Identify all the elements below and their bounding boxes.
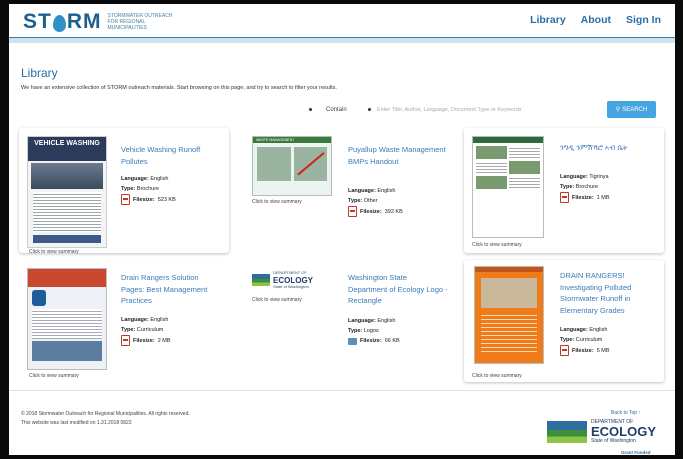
site-header: ST RM Stormwater Outreach for Regional M… <box>9 4 675 37</box>
resource-card: Click to view summary DRAIN RANGERS! Inv… <box>464 260 664 382</box>
pdf-icon[interactable] <box>348 206 357 217</box>
resource-meta: Language: English Type: Curriculum Files… <box>560 325 610 356</box>
language-value: English <box>377 188 396 194</box>
view-summary-link[interactable]: Click to view summary <box>472 373 522 379</box>
resource-meta: Language: English Type: Curriculum Files… <box>121 315 171 346</box>
resource-title[interactable]: Puyallup Waste Management BMPs Handout <box>348 144 448 167</box>
resource-thumbnail[interactable]: VEHICLE WASHING <box>27 136 107 248</box>
language-value: English <box>377 318 396 324</box>
type-value: Other <box>363 198 378 204</box>
resource-thumbnail[interactable] <box>474 266 544 364</box>
type-value: Brochure <box>575 184 599 190</box>
image-icon[interactable] <box>348 337 357 345</box>
thumbnail-text: VEHICLE WASHING <box>28 137 106 161</box>
pdf-icon[interactable] <box>121 335 130 346</box>
nav-about[interactable]: About <box>581 14 611 26</box>
logo-tagline: Stormwater Outreach for Regional Municip… <box>107 13 173 31</box>
filesize-value: 5 MB <box>596 347 610 354</box>
ecology-logo-icon <box>252 274 270 286</box>
search-input[interactable] <box>377 104 589 115</box>
filesize-value: 523 KB <box>157 196 176 203</box>
filesize-value: 2 MB <box>157 337 171 344</box>
bullet-icon <box>368 108 371 111</box>
type-value: Logos <box>363 328 379 334</box>
view-summary-link[interactable]: Click to view summary <box>29 373 79 379</box>
resource-title[interactable]: DRAIN RANGERS! Investigating Polluted St… <box>560 270 660 316</box>
resource-meta: Language: Tigrinya Type: Brochure Filesi… <box>560 172 610 203</box>
storm-logo[interactable]: ST RM Stormwater Outreach for Regional M… <box>23 10 178 34</box>
view-summary-link[interactable]: Click to view summary <box>472 242 522 248</box>
header-stripe <box>9 37 675 43</box>
match-select[interactable]: Contain <box>326 107 362 113</box>
grant-funded-label: Grant Funded <box>621 450 651 455</box>
logo-text-st: ST <box>23 10 52 33</box>
resource-title[interactable]: Drain Rangers Solution Pages: Best Manag… <box>121 272 221 307</box>
language-value: English <box>150 317 169 323</box>
main-nav: Library About Sign In <box>530 14 661 26</box>
view-summary-link[interactable]: Click to view summary <box>252 297 302 303</box>
resource-meta: Language: English Type: Logos Filesize: … <box>348 318 400 345</box>
last-modified: This website was last modified on 1.31.2… <box>21 420 132 426</box>
logo-text-rm: RM <box>66 10 102 33</box>
type-value: Curriculum <box>136 327 164 333</box>
page-title: Library <box>21 66 58 80</box>
type-value: Brochure <box>136 186 160 192</box>
intro-text: We have an extensive collection of STORM… <box>21 85 337 91</box>
nav-library[interactable]: Library <box>530 14 566 26</box>
type-value: Curriculum <box>575 337 603 343</box>
language-value: English <box>589 327 608 333</box>
resource-card: Click to view summary ንግዲ ንምሽኻሮ ኣብ ቤት La… <box>464 128 664 253</box>
back-to-top-link[interactable]: Back to Top ↑ <box>611 410 641 416</box>
bullet-icon <box>309 108 312 111</box>
search-filter-row: Contain <box>309 104 589 115</box>
resource-card: DEPARTMENT OF ECOLOGY State of Washingto… <box>242 260 452 385</box>
water-drop-icon <box>52 14 66 32</box>
resource-card: VEHICLE WASHING Vehicle Washing Runoff P… <box>19 128 229 255</box>
resource-title[interactable]: Washington State Department of Ecology L… <box>348 272 448 307</box>
language-value: English <box>150 176 169 182</box>
resource-thumbnail[interactable] <box>27 268 107 370</box>
filesize-value: 392 KB <box>384 208 403 215</box>
view-summary-link[interactable]: Click to view summary <box>252 199 302 205</box>
magnifier-icon: ⚲ <box>615 107 621 113</box>
nav-sign-in[interactable]: Sign In <box>626 14 661 26</box>
resource-card: Click to view summary Drain Rangers Solu… <box>19 260 229 385</box>
search-button-label: SEARCH <box>622 106 648 113</box>
footer-divider <box>9 390 675 391</box>
filesize-value: 1 MB <box>596 194 610 201</box>
resource-card: WASTE MANAGEMENT Click to view summary P… <box>242 128 452 253</box>
resource-title[interactable]: Vehicle Washing Runoff Pollutes <box>121 144 221 167</box>
view-summary-link[interactable]: Click to view summary <box>29 249 79 255</box>
ecology-footer-logo[interactable]: DEPARTMENT OF ECOLOGY State of Washingto… <box>547 419 656 444</box>
resource-title[interactable]: ንግዲ ንምሽኻሮ ኣብ ቤት <box>560 142 660 154</box>
resource-thumbnail[interactable]: DEPARTMENT OF ECOLOGY State of Washingto… <box>252 266 322 294</box>
filesize-value: 66 KB <box>384 338 400 344</box>
language-value: Tigrinya <box>589 174 609 180</box>
ecology-logo-icon <box>547 420 587 443</box>
pdf-icon[interactable] <box>121 194 130 205</box>
resource-thumbnail[interactable]: WASTE MANAGEMENT <box>252 136 332 196</box>
resource-meta: Language: English Type: Brochure Filesiz… <box>121 174 176 205</box>
pdf-icon[interactable] <box>560 192 569 203</box>
resource-meta: Language: English Type: Other Filesize: … <box>348 186 403 217</box>
resource-thumbnail[interactable] <box>472 136 544 238</box>
screenshot-frame: ST RM Stormwater Outreach for Regional M… <box>9 4 675 455</box>
pdf-icon[interactable] <box>560 345 569 356</box>
search-button[interactable]: ⚲ SEARCH <box>607 101 656 118</box>
footer-copyright: © 2018 Stormwater Outreach for Regional … <box>21 411 190 426</box>
thumbnail-text: WASTE MANAGEMENT <box>253 137 331 143</box>
